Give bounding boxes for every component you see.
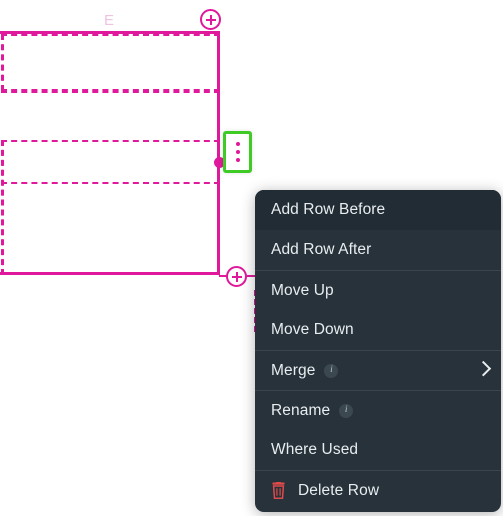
trash-icon: [272, 482, 285, 499]
column-letter-label: E: [103, 12, 114, 29]
table-row-cell[interactable]: [1, 140, 220, 275]
table-row-cell[interactable]: [1, 34, 220, 91]
add-row-below-button[interactable]: [226, 266, 247, 287]
kebab-dot-icon: [235, 150, 240, 154]
menu-item-delete-row[interactable]: Delete Row: [255, 470, 501, 510]
row-divider: [1, 182, 220, 184]
info-icon[interactable]: i: [339, 403, 354, 418]
menu-item-label: Where Used: [271, 441, 359, 458]
menu-item-merge[interactable]: Merge i: [255, 350, 501, 390]
menu-item-label: Move Up: [271, 281, 334, 299]
kebab-dot-icon: [235, 142, 240, 146]
menu-item-rename[interactable]: Rename i: [255, 390, 501, 430]
info-icon[interactable]: i: [324, 363, 339, 378]
row-options-kebab-button[interactable]: [223, 131, 252, 173]
menu-item-label: Move Down: [271, 321, 354, 338]
menu-item-label: Delete Row: [298, 481, 380, 499]
column-divider: [2, 34, 4, 91]
column-divider: [2, 140, 4, 275]
add-row-above-button[interactable]: [200, 9, 221, 30]
menu-item-move-up[interactable]: Move Up: [255, 270, 501, 310]
menu-item-label: Add Row After: [271, 241, 372, 258]
row-context-menu[interactable]: Add Row Before Add Row After Move Up Move D…: [255, 190, 501, 512]
menu-item-add-row-after[interactable]: Add Row After: [255, 230, 501, 270]
menu-item-where-used[interactable]: Where Used: [255, 430, 501, 470]
menu-item-move-down[interactable]: Move Down: [255, 310, 501, 350]
menu-item-label: Add Row Before: [271, 201, 386, 218]
menu-item-add-row-before[interactable]: Add Row Before: [255, 190, 501, 230]
menu-item-label: Rename: [271, 401, 331, 419]
row-divider: [1, 91, 220, 93]
menu-item-label: Merge: [271, 361, 316, 379]
kebab-dot-icon: [235, 158, 240, 162]
chevron-right-icon: [475, 360, 492, 376]
